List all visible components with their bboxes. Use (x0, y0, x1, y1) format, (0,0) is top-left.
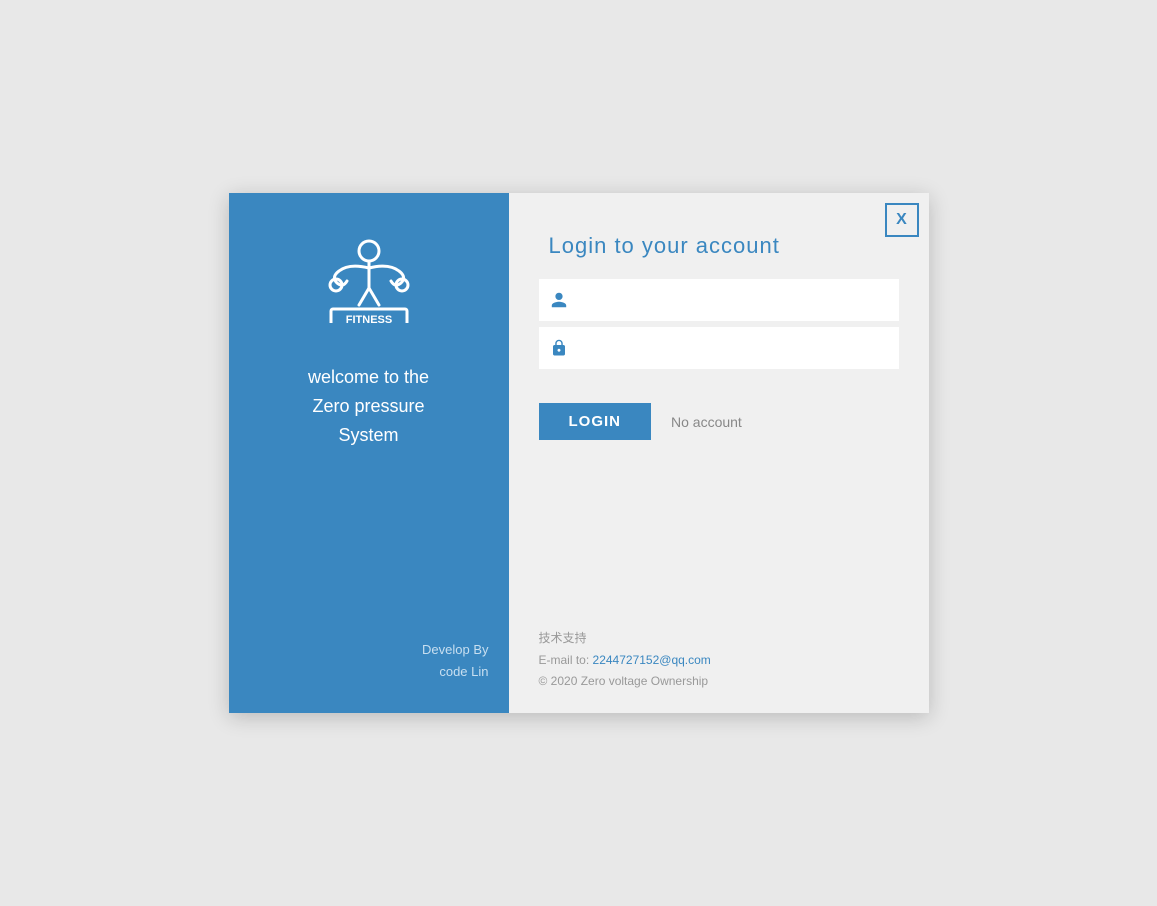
email-label: E-mail to: (539, 653, 590, 667)
credentials-form (509, 279, 929, 375)
username-input[interactable] (579, 279, 899, 321)
tech-support-label: 技术支持 (539, 628, 899, 650)
username-row (539, 279, 899, 321)
user-icon (539, 291, 579, 309)
login-dialog: FITNESS welcome to the Zero pressure Sys… (229, 193, 929, 713)
action-row: LOGIN No account (509, 383, 929, 460)
lock-icon (539, 339, 579, 357)
email-row: E-mail to: 2244727152@qq.com (539, 650, 899, 672)
footer: 技术支持 E-mail to: 2244727152@qq.com © 2020… (509, 613, 929, 713)
login-button[interactable]: LOGIN (539, 403, 652, 440)
fitness-logo-icon: FITNESS (309, 233, 429, 323)
svg-text:FITNESS: FITNESS (345, 314, 391, 323)
dev-credit: Develop By code Lin (422, 639, 488, 683)
logo-area: FITNESS welcome to the Zero pressure Sys… (308, 233, 429, 449)
password-row (539, 327, 899, 369)
password-input[interactable] (579, 327, 899, 369)
left-panel: FITNESS welcome to the Zero pressure Sys… (229, 193, 509, 713)
copyright-text: © 2020 Zero voltage Ownership (539, 671, 899, 693)
welcome-text: welcome to the Zero pressure System (308, 363, 429, 449)
email-link[interactable]: 2244727152@qq.com (593, 653, 711, 667)
login-title: Login to your account (509, 193, 929, 279)
no-account-link[interactable]: No account (671, 414, 742, 430)
right-panel: X Login to your account (509, 193, 929, 713)
close-button[interactable]: X (885, 203, 919, 237)
